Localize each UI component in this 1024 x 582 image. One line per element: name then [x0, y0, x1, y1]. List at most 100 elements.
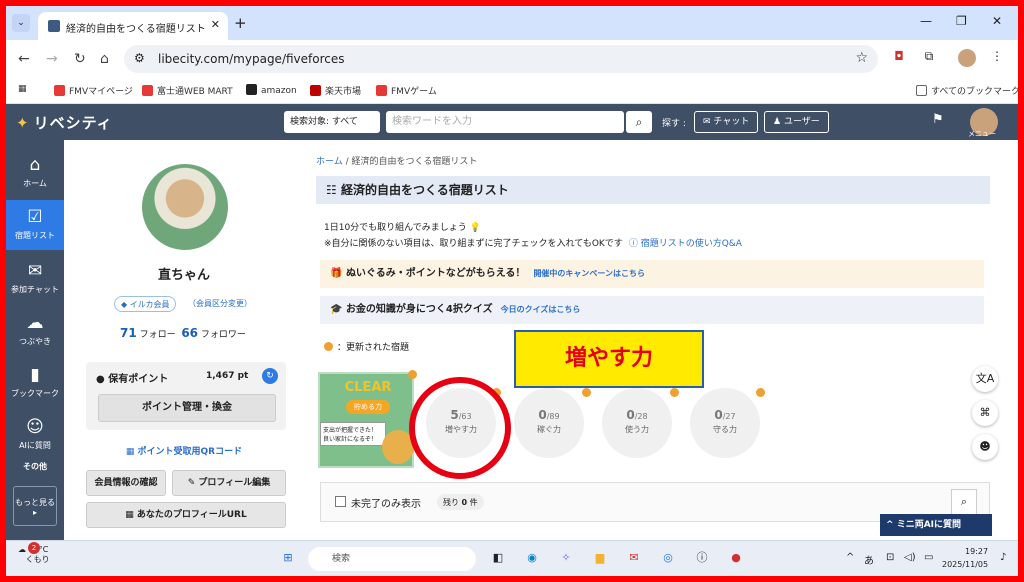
- battery-icon[interactable]: ▭: [924, 552, 933, 563]
- extension-icon[interactable]: ◘: [890, 49, 908, 67]
- update-dot-icon: [670, 388, 679, 397]
- back-button[interactable]: ←: [18, 51, 30, 67]
- refresh-icon[interactable]: ↻: [262, 368, 278, 384]
- usage-qa-link[interactable]: ⓘ 宿題リストの使い方Q&A: [629, 239, 742, 249]
- site-info-icon[interactable]: ⚙: [134, 51, 145, 65]
- member-info-button[interactable]: 会員情報の確認: [86, 470, 166, 496]
- chrome-icon[interactable]: ◎: [658, 548, 678, 568]
- update-legend: ：更新された宿題: [324, 340, 409, 353]
- notification-bell-icon[interactable]: ♪: [1000, 552, 1006, 563]
- tray-overflow-icon[interactable]: ^: [846, 552, 854, 563]
- fmv-game-icon: [376, 85, 387, 96]
- chat-search-button[interactable]: ✉ チャット: [694, 111, 759, 133]
- bookmark-amazon[interactable]: amazon: [246, 84, 297, 96]
- taskbar-clock[interactable]: 19:27 2025/11/05: [942, 545, 988, 571]
- taskbar-search[interactable]: 検索: [308, 547, 476, 571]
- nav-home[interactable]: ⌂ ホーム: [6, 148, 64, 198]
- minimize-button[interactable]: —: [920, 14, 932, 28]
- search-scope-select[interactable]: 検索対象: すべて: [284, 111, 380, 133]
- profile-name: 直ちゃん: [157, 268, 210, 283]
- assistant-icon[interactable]: ☻: [972, 434, 998, 460]
- quiz-banner: 🎓 お金の知識が身につく4択クイズ 今日のクイズはこちら: [320, 296, 984, 324]
- file-explorer-icon[interactable]: ▆: [590, 548, 610, 568]
- annotation-callout: 増やす力: [514, 330, 704, 388]
- bookmark-fmv-game[interactable]: FMVゲーム: [376, 84, 437, 97]
- incomplete-only-checkbox[interactable]: [335, 496, 346, 507]
- translate-icon[interactable]: 文A: [972, 366, 998, 392]
- edge-icon[interactable]: ◉: [522, 548, 542, 568]
- screen-frame: ⌄ 経済的自由をつくる宿題リスト | リ ✕ + — ❐ ✕ ← → ↻ ⌂ ⚙…: [6, 6, 1018, 576]
- tab-title: 経済的自由をつくる宿題リスト | リ: [66, 24, 206, 35]
- tweet-icon: ☁: [26, 313, 44, 333]
- qr-code-link[interactable]: ▦ ポイント受取用QRコード: [72, 444, 296, 457]
- browser-menu-icon[interactable]: ⋮: [988, 49, 1006, 67]
- extensions-puzzle-icon[interactable]: ⧉: [920, 49, 938, 67]
- notification-icon[interactable]: ⚑: [932, 112, 944, 127]
- follow-stats[interactable]: 71 フォロー 66 フォロワー: [120, 326, 246, 340]
- points-manage-button[interactable]: ポイント管理・換金: [98, 394, 276, 422]
- close-window-button[interactable]: ✕: [992, 14, 1002, 28]
- search-button[interactable]: ⌕: [626, 111, 652, 133]
- mini-ai-button[interactable]: ^ ミニ両AIに質問: [880, 514, 992, 536]
- nav-chat[interactable]: ✉ 参加チャット: [6, 254, 64, 304]
- restore-button[interactable]: ❐: [956, 14, 967, 28]
- app2-icon[interactable]: ●: [726, 548, 746, 568]
- nav-homework-list[interactable]: ☑ 宿題リスト: [6, 200, 64, 250]
- bookmark-fmv-mypage[interactable]: FMVマイページ: [54, 84, 133, 97]
- search-input[interactable]: 検索ワードを入力: [386, 111, 624, 133]
- quiz-link[interactable]: 今日のクイズはこちら: [501, 305, 581, 314]
- campaign-banner: 🎁 ぬいぐるみ・ポイントなどがもらえる！ 開催中のキャンペーンはこちら: [320, 260, 984, 288]
- change-member-type-link[interactable]: （会員区分変更）: [188, 298, 252, 309]
- user-search-button[interactable]: ♟ ユーザー: [764, 111, 829, 133]
- forward-button[interactable]: →: [46, 51, 58, 67]
- breadcrumb: ホーム / 経済的自由をつくる宿題リスト: [316, 157, 478, 167]
- clear-title: CLEAR: [344, 380, 392, 395]
- ime-indicator[interactable]: あ: [864, 552, 874, 567]
- copilot-icon[interactable]: ✧: [556, 548, 576, 568]
- folder-icon: [916, 85, 927, 96]
- tile-earn-power[interactable]: 0/89 稼ぐ力: [514, 388, 584, 458]
- nav-more[interactable]: もっと見る ▸: [13, 486, 57, 526]
- reload-button[interactable]: ↻: [74, 51, 86, 67]
- update-dot-icon: [324, 342, 333, 351]
- breadcrumb-home[interactable]: ホーム: [316, 157, 343, 167]
- profile-avatar[interactable]: [958, 49, 976, 67]
- nav-tweets[interactable]: ☁ つぶやき: [6, 306, 64, 356]
- campaign-link[interactable]: 開催中のキャンペーンはこちら: [533, 269, 645, 278]
- bookmark-fujitsu-webmart[interactable]: 富士通WEB MART: [142, 84, 233, 97]
- filter-search-button[interactable]: ⌕: [951, 489, 977, 515]
- new-tab-button[interactable]: +: [234, 14, 247, 32]
- profile-url-button[interactable]: ▦ あなたのプロフィールURL: [86, 502, 286, 528]
- home-button[interactable]: ⌂: [100, 51, 109, 67]
- amazon-icon: [246, 84, 257, 95]
- tab-search-dropdown[interactable]: ⌄: [12, 14, 30, 32]
- bookmark-icon: ▮: [30, 365, 40, 385]
- search-type-label: 探す :: [662, 119, 686, 129]
- windows-start-icon[interactable]: ⊞: [278, 548, 298, 568]
- ai-icon: ☺: [26, 417, 44, 437]
- points-box: ● 保有ポイント 1,467 pt ↻ ポイント管理・換金: [86, 362, 286, 430]
- edit-profile-button[interactable]: ✎ プロフィール編集: [172, 470, 286, 496]
- tile-protect-power[interactable]: 0/27 守る力: [690, 388, 760, 458]
- task-view-icon[interactable]: ◧: [488, 548, 508, 568]
- apps-grid-icon[interactable]: ▦: [18, 84, 27, 94]
- volume-icon[interactable]: ◁): [904, 552, 916, 563]
- address-bar[interactable]: ⚙ libecity.com/mypage/fiveforces ☆: [124, 45, 878, 73]
- network-icon[interactable]: ⊡: [886, 552, 894, 563]
- tile-spend-power[interactable]: 0/28 使う力: [602, 388, 672, 458]
- member-type-badge: ◆ イルカ会員: [114, 296, 177, 312]
- grid-icon[interactable]: ⌘: [972, 400, 998, 426]
- browser-tab-active[interactable]: 経済的自由をつくる宿題リスト | リ ✕: [38, 12, 228, 40]
- nav-ai-question[interactable]: ☺ AIに質問: [6, 410, 64, 460]
- nav-bookmark[interactable]: ▮ ブックマーク: [6, 358, 64, 408]
- rakuten-icon: [310, 85, 321, 96]
- url-text: libecity.com/mypage/fiveforces: [158, 52, 345, 66]
- tab-close-icon[interactable]: ✕: [211, 18, 220, 31]
- clear-tile-save[interactable]: CLEAR 貯める力 支出が把握できた！ 良い家計になるぞ！: [318, 372, 414, 468]
- site-logo[interactable]: ✦ リベシティ: [16, 112, 113, 133]
- bookmark-rakuten[interactable]: 楽天市場: [310, 84, 361, 97]
- all-bookmarks[interactable]: すべてのブックマーク: [916, 84, 1018, 97]
- app-icon[interactable]: ⓘ: [692, 548, 712, 568]
- mail-icon[interactable]: ✉: [624, 548, 644, 568]
- bookmark-star-icon[interactable]: ☆: [855, 50, 868, 66]
